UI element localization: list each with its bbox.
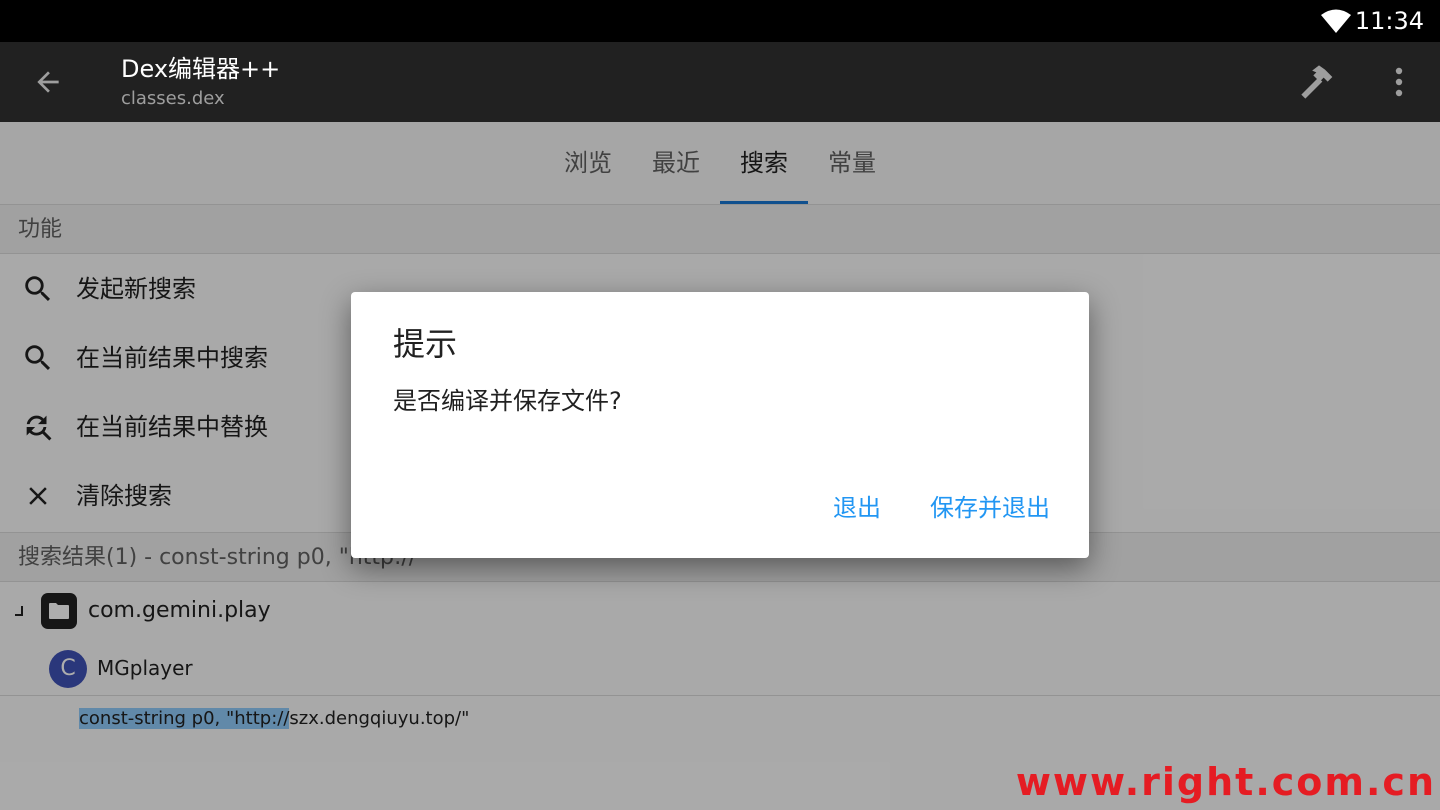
hammer-icon — [1301, 65, 1333, 99]
app-title: Dex编辑器++ — [121, 55, 281, 83]
app-subtitle: classes.dex — [121, 88, 225, 109]
save-prompt-dialog: 提示 是否编译并保存文件? 退出 保存并退出 — [351, 292, 1089, 558]
exit-button[interactable]: 退出 — [825, 488, 889, 528]
dialog-title: 提示 — [393, 325, 458, 363]
save-and-exit-button[interactable]: 保存并退出 — [922, 488, 1058, 528]
more-vert-icon — [1395, 67, 1403, 97]
status-bar: 11:34 — [0, 0, 1440, 42]
wifi-icon — [1321, 9, 1351, 33]
dialog-message: 是否编译并保存文件? — [393, 387, 622, 415]
arrow-back-icon — [37, 71, 59, 93]
back-button[interactable] — [22, 56, 74, 108]
status-time: 11:34 — [1354, 7, 1424, 35]
watermark: www.right.com.cn — [1015, 760, 1436, 804]
app-bar: Dex编辑器++ classes.dex — [0, 42, 1440, 122]
more-options-button[interactable] — [1374, 56, 1424, 108]
build-button[interactable] — [1292, 56, 1344, 108]
